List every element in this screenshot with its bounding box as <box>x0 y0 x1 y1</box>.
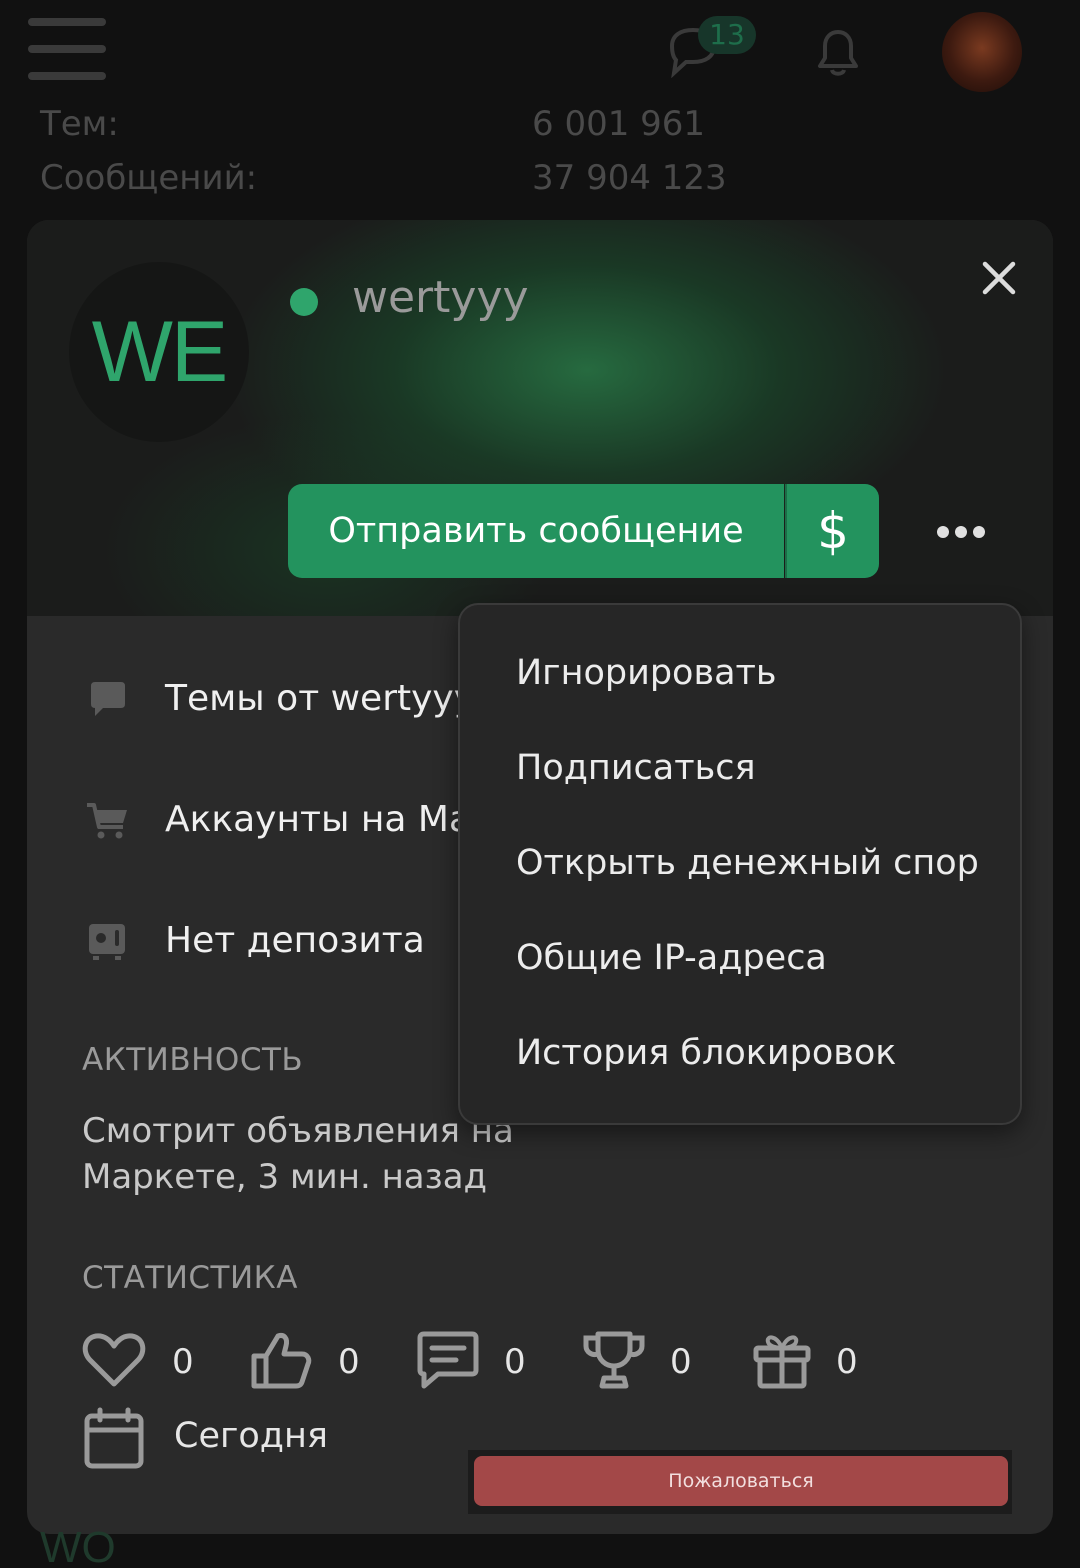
user-avatar[interactable] <box>942 12 1022 92</box>
top-bar: 13 <box>0 0 1080 100</box>
activity-line: Маркете, 3 мин. назад <box>82 1157 488 1197</box>
stat-value: 0 <box>504 1342 526 1382</box>
more-options-icon[interactable] <box>927 508 995 554</box>
cart-icon <box>87 803 127 839</box>
profile-avatar[interactable]: WE <box>69 262 249 442</box>
report-button[interactable]: Пожаловаться <box>474 1456 1008 1506</box>
stat-label: Сообщений: <box>40 158 258 198</box>
stat-value: 6 001 961 <box>532 104 706 144</box>
stats-heading: СТАТИСТИКА <box>82 1260 298 1296</box>
heart-icon <box>82 1333 146 1387</box>
menu-item-label: Игнорировать <box>516 653 777 693</box>
speech-bubble-icon <box>91 682 125 716</box>
send-money-button[interactable]: $ <box>785 484 879 578</box>
stat-value: 0 <box>836 1342 858 1382</box>
menu-item-label: Общие IP-адреса <box>516 938 827 978</box>
registration-label: Сегодня <box>174 1416 328 1456</box>
stat-value: 0 <box>172 1342 194 1382</box>
menu-item-label: История блокировок <box>516 1033 897 1073</box>
report-bar: Пожаловаться <box>468 1450 1012 1514</box>
stat-value: 0 <box>338 1342 360 1382</box>
profile-banner: WE wertyyy Отправить сообщение $ <box>27 220 1053 616</box>
link-label: Темы от wertyyy <box>165 678 476 719</box>
menu-item-shared-ips[interactable]: Общие IP-адреса <box>460 914 1020 1004</box>
menu-item-money-dispute[interactable]: Открыть денежный спор <box>460 819 1020 909</box>
send-message-button[interactable]: Отправить сообщение <box>288 484 784 578</box>
message-icon <box>417 1331 479 1389</box>
gift-icon <box>753 1335 811 1389</box>
menu-item-follow[interactable]: Подписаться <box>460 724 1020 814</box>
partial-avatar: WO <box>40 1528 116 1568</box>
profile-options-menu: Игнорировать Подписаться Открыть денежны… <box>458 603 1022 1125</box>
stats-row: 0 0 0 0 0 <box>82 1330 982 1400</box>
stat-value: 37 904 123 <box>532 158 727 198</box>
calendar-icon <box>84 1407 144 1469</box>
stat-label: Тем: <box>40 104 119 144</box>
menu-item-ban-history[interactable]: История блокировок <box>460 1009 1020 1099</box>
stat-value: 0 <box>670 1342 692 1382</box>
online-status-dot <box>290 288 318 316</box>
hamburger-menu-icon[interactable] <box>28 18 106 82</box>
close-icon[interactable] <box>977 256 1021 300</box>
profile-username: wertyyy <box>352 272 529 323</box>
link-label: Нет депозита <box>165 920 425 961</box>
activity-heading: АКТИВНОСТЬ <box>82 1042 304 1078</box>
safe-icon <box>89 924 125 960</box>
link-label: Аккаунты на Ма <box>165 799 472 840</box>
menu-item-label: Открыть денежный спор <box>516 843 979 883</box>
bell-icon[interactable] <box>808 24 868 80</box>
unread-count-badge: 13 <box>698 16 756 54</box>
registration-date: Сегодня <box>82 1406 328 1470</box>
trophy-icon <box>583 1331 645 1389</box>
menu-item-label: Подписаться <box>516 748 756 788</box>
menu-item-ignore[interactable]: Игнорировать <box>460 629 1020 719</box>
thumbs-up-icon <box>251 1333 312 1389</box>
